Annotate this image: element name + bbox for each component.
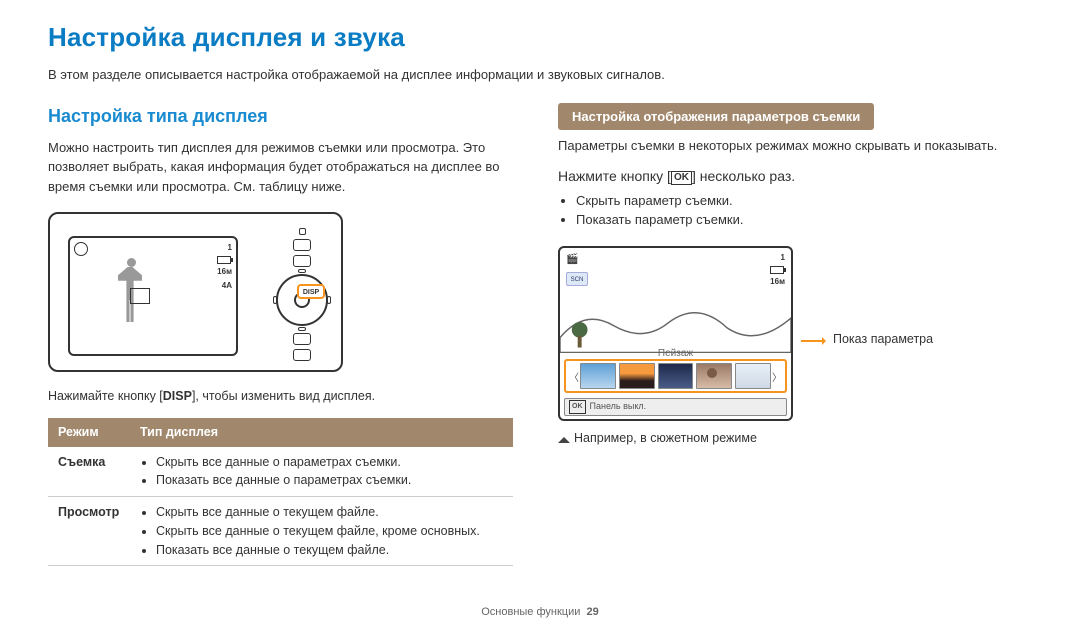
disp-label: DISP: [163, 389, 192, 403]
top-right-status: 1 16м: [770, 252, 785, 290]
list-item: Показать все данные о текущем файле.: [156, 541, 503, 560]
thumbnail: [735, 363, 771, 389]
focus-frame-icon: [130, 288, 150, 304]
list-item: Показать все данные о параметрах съемки.: [156, 471, 503, 490]
indicator-lamp: [299, 228, 306, 235]
scene-thumbnails-row: 〈 〉: [564, 359, 787, 393]
example-caption: Например, в сюжетном режиме: [558, 429, 1032, 448]
list-item: Показать параметр съемки.: [576, 210, 1032, 230]
thumbnail: [696, 363, 732, 389]
top-left-icons: 🎬 SCN: [566, 252, 588, 287]
disp-hint: Нажимайте кнопку [DISP], чтобы изменить …: [48, 387, 522, 406]
dpad: [273, 271, 331, 329]
page-number: 29: [587, 606, 599, 618]
chevron-left-icon: 〈: [569, 371, 579, 386]
ok-instruction: Нажмите кнопку [OK] несколько раз.: [558, 166, 1032, 187]
page-title: Настройка дисплея и звука: [48, 18, 1032, 57]
clapper-icon: 🎬: [566, 252, 588, 267]
list-item: Скрыть все данные о текущем файле, кроме…: [156, 522, 503, 541]
mode-icon: [74, 242, 88, 256]
shots-count: 1: [217, 242, 232, 254]
dpad-down: [298, 327, 306, 331]
flash-label: 4A: [217, 280, 232, 292]
display-type-table: Режим Тип дисплея Съемка Скрыть все данн…: [48, 418, 513, 567]
lcd-status-column: 1 16м 4A: [217, 242, 232, 294]
mid-button: [293, 255, 311, 267]
th-mode: Режим: [48, 418, 130, 447]
top-button: [293, 239, 311, 251]
mode-cell: Съемка: [48, 447, 130, 497]
mode-cell: Просмотр: [48, 497, 130, 566]
callout-label: Показ параметра: [833, 330, 933, 349]
dpad-up: [298, 269, 306, 273]
ok-icon: OK: [569, 400, 586, 414]
camera-diagram: 1 16м 4A: [48, 206, 348, 381]
landscape-graphic: [560, 288, 791, 353]
battery-icon: [217, 256, 232, 264]
list-item: Скрыть параметр съемки.: [576, 191, 1032, 211]
resolution-label: 16м: [770, 276, 785, 288]
scn-tag: SCN: [566, 272, 588, 286]
shots-count: 1: [770, 252, 785, 264]
caption-text: Например, в сюжетном режиме: [574, 431, 757, 445]
table-row: Просмотр Скрыть все данные о текущем фай…: [48, 497, 513, 566]
panel-off-label: Панель выкл.: [590, 400, 647, 414]
scene-screenshot: 🎬 SCN 1 16м Пейзаж 〈: [558, 246, 793, 421]
bottom-button-1: [293, 333, 311, 345]
page-footer: Основные функции 29: [0, 604, 1080, 621]
instr-post: ] несколько раз.: [692, 168, 795, 184]
section-pill: Настройка отображения параметров съемки: [558, 103, 874, 131]
ok-button-label: OK: [671, 171, 692, 185]
callout-arrow-icon: [801, 340, 825, 342]
dpad-left: [273, 296, 277, 304]
hint-post: ], чтобы изменить вид дисплея.: [192, 389, 375, 403]
left-heading: Настройка типа дисплея: [48, 103, 522, 130]
table-row: Съемка Скрыть все данные о параметрах съ…: [48, 447, 513, 497]
list-item: Скрыть все данные о текущем файле.: [156, 503, 503, 522]
resolution-label: 16м: [217, 266, 232, 278]
type-cell: Скрыть все данные о параметрах съемки. П…: [130, 447, 513, 497]
bottom-button-2: [293, 349, 311, 361]
camera-lcd: 1 16м 4A: [68, 236, 238, 356]
right-paragraph: Параметры съемки в некоторых режимах мож…: [558, 136, 1032, 156]
footer-section: Основные функции: [481, 606, 580, 618]
type-cell: Скрыть все данные о текущем файле. Скрыт…: [130, 497, 513, 566]
left-paragraph: Можно настроить тип дисплея для режимов …: [48, 138, 522, 197]
left-column: Настройка типа дисплея Можно настроить т…: [48, 103, 522, 567]
hint-pre: Нажимайте кнопку [: [48, 389, 163, 403]
th-type: Тип дисплея: [130, 418, 513, 447]
thumbnail: [580, 363, 616, 389]
right-column: Настройка отображения параметров съемки …: [558, 103, 1032, 567]
chevron-right-icon: 〉: [772, 371, 782, 386]
disp-button-highlight: DISP: [297, 284, 325, 299]
intro-text: В этом разделе описывается настройка ото…: [48, 65, 1032, 85]
thumbnail: [658, 363, 694, 389]
list-item: Скрыть все данные о параметрах съемки.: [156, 453, 503, 472]
instr-pre: Нажмите кнопку [: [558, 168, 671, 184]
dpad-right: [327, 296, 331, 304]
bullet-list: Скрыть параметр съемки. Показать парамет…: [558, 191, 1032, 230]
triangle-up-icon: [558, 431, 570, 443]
panel-off-bar: OK Панель выкл.: [564, 398, 787, 416]
battery-icon: [770, 266, 785, 274]
thumbnail: [619, 363, 655, 389]
